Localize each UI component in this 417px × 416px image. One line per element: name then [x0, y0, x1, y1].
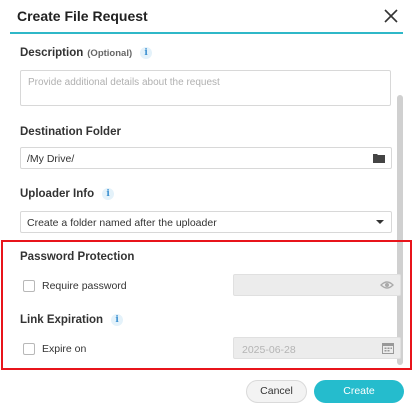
- password-protection-label: Password Protection: [20, 251, 135, 263]
- folder-icon[interactable]: [373, 153, 385, 163]
- destination-folder-label: Destination Folder: [20, 126, 121, 138]
- scrollbar[interactable]: [397, 95, 403, 365]
- expiration-date-placeholder: 2025-06-28: [242, 344, 296, 356]
- link-expiration-label-row: Link Expiration i: [20, 314, 124, 326]
- description-label-row: Description (Optional) i: [20, 47, 153, 59]
- uploader-info-selected: Create a folder named after the uploader: [27, 217, 217, 229]
- create-file-request-dialog: Create File Request Description (Optional…: [0, 0, 417, 416]
- info-icon[interactable]: i: [102, 188, 115, 200]
- expire-on-checkbox[interactable]: [23, 343, 35, 355]
- destination-folder-input[interactable]: /My Drive/: [20, 147, 392, 169]
- require-password-label[interactable]: Require password: [42, 280, 127, 292]
- close-button[interactable]: [381, 6, 401, 26]
- uploader-info-label: Uploader Info: [20, 188, 95, 200]
- chevron-down-icon: [376, 220, 384, 224]
- password-input[interactable]: [233, 274, 401, 296]
- info-icon[interactable]: i: [140, 47, 153, 59]
- description-textarea[interactable]: [20, 70, 391, 106]
- expiration-date-input[interactable]: 2025-06-28: [233, 337, 401, 359]
- dialog-header: Create File Request: [0, 0, 417, 34]
- dialog-title: Create File Request: [17, 8, 148, 24]
- eye-icon[interactable]: [380, 280, 394, 290]
- uploader-info-label-row: Uploader Info i: [20, 188, 115, 200]
- optional-tag: (Optional): [87, 48, 133, 59]
- destination-folder-value: /My Drive/: [27, 153, 75, 165]
- require-password-checkbox[interactable]: [23, 280, 35, 292]
- uploader-info-select[interactable]: Create a folder named after the uploader: [20, 211, 392, 233]
- create-button[interactable]: Create: [314, 380, 404, 403]
- description-label: Description: [20, 47, 84, 59]
- link-expiration-label: Link Expiration: [20, 314, 104, 326]
- cancel-button[interactable]: Cancel: [246, 380, 307, 403]
- expire-on-label[interactable]: Expire on: [42, 343, 86, 355]
- calendar-icon[interactable]: [382, 342, 394, 354]
- close-icon: [384, 9, 398, 23]
- info-icon[interactable]: i: [111, 314, 124, 326]
